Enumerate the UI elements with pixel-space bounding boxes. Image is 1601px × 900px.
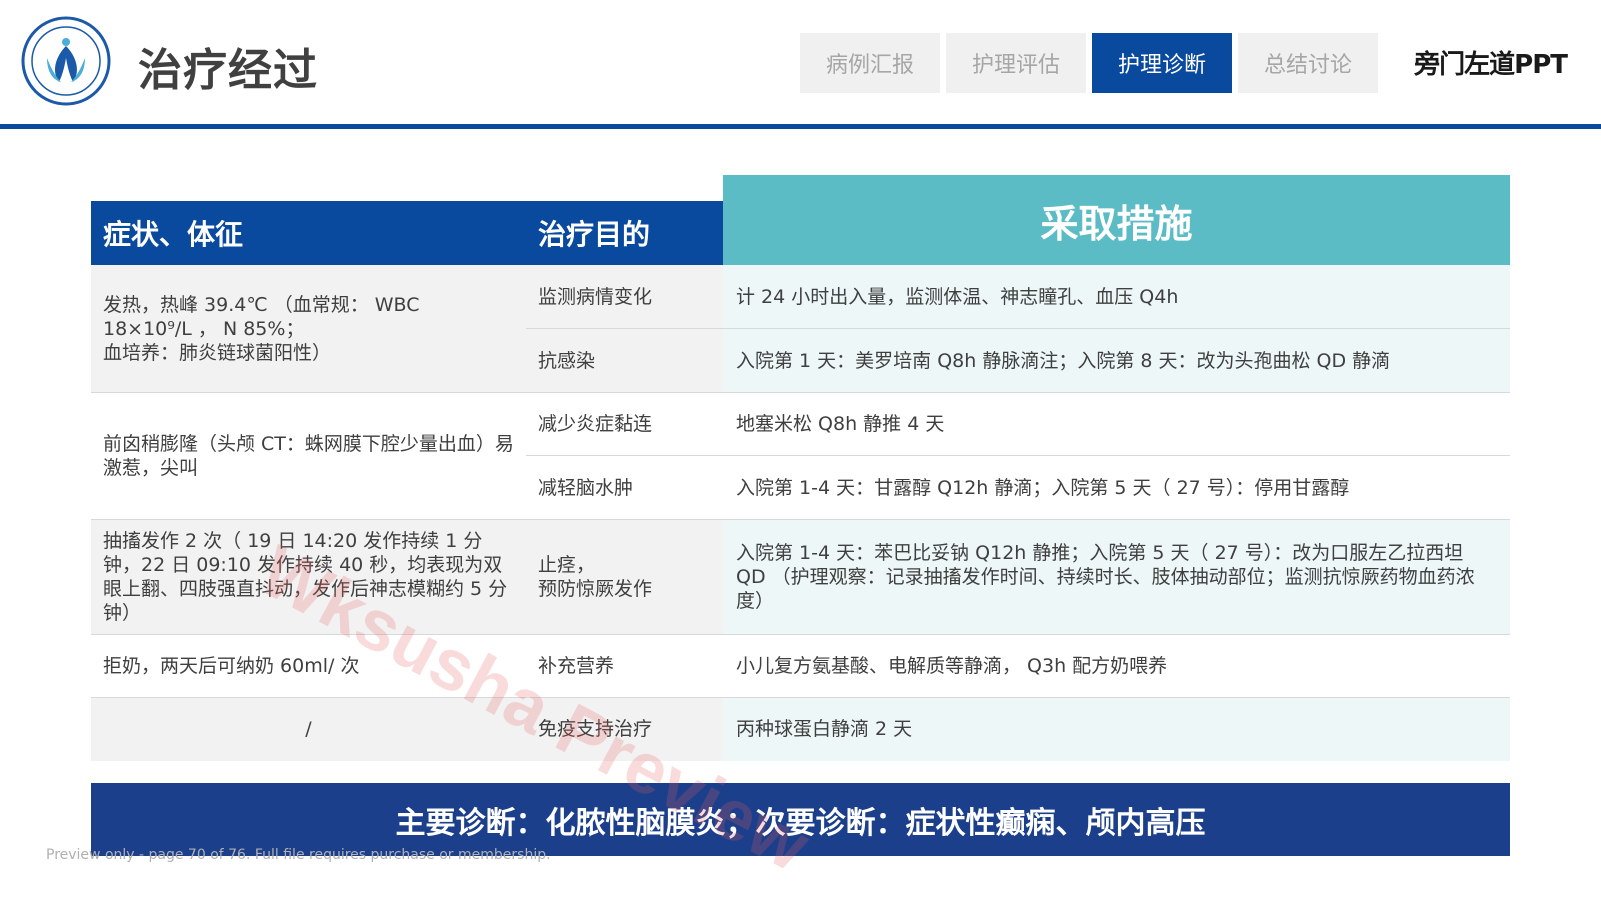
purpose-cell: 止痉， 预防惊厥发作	[526, 519, 723, 634]
tab-summary-discussion[interactable]: 总结讨论	[1238, 33, 1378, 93]
header: 治疗经过 病例汇报 护理评估 护理诊断 总结讨论 旁门左道PPT	[0, 0, 1601, 129]
tab-nursing-assessment[interactable]: 护理评估	[946, 33, 1086, 93]
purpose-cell: 减少炎症黏连	[526, 392, 723, 455]
measure-cell: 小儿复方氨基酸、电解质等静滴， Q3h 配方奶喂养	[723, 634, 1510, 697]
measure-cell: 入院第 1-4 天：甘露醇 Q12h 静滴；入院第 5 天（ 27 号）：停用甘…	[723, 456, 1510, 519]
measure-cell: 入院第 1 天：美罗培南 Q8h 静脉滴注；入院第 8 天：改为头孢曲松 QD …	[723, 329, 1510, 392]
row-divider	[91, 634, 1510, 635]
diagnosis-banner: 主要诊断：化脓性脑膜炎；次要诊断：症状性癫痫、颅内高压	[91, 783, 1510, 856]
measure-cell: 地塞米松 Q8h 静推 4 天	[723, 392, 1510, 455]
row-divider	[91, 697, 1510, 698]
purpose-cell: 补充营养	[526, 634, 723, 697]
purpose-cell: 免疫支持治疗	[526, 697, 723, 761]
row-divider	[526, 328, 1510, 329]
header-purpose: 治疗目的	[526, 201, 723, 265]
row-divider	[91, 392, 1510, 393]
symptom-cell: /	[91, 697, 526, 761]
symptom-cell: 抽搐发作 2 次（ 19 日 14:20 发作持续 1 分钟，22 日 09:1…	[91, 519, 526, 634]
brand-logo: 旁门左道PPT	[1414, 50, 1568, 80]
measure-cell: 计 24 小时出入量，监测体温、神志瞳孔、血压 Q4h	[723, 265, 1510, 328]
measure-cell: 入院第 1-4 天：苯巴比妥钠 Q12h 静推；入院第 5 天（ 27 号）：改…	[723, 519, 1510, 634]
preview-footer: Preview only - page 70 of 76. Full file …	[46, 847, 551, 863]
symptom-cell: 前囟稍膨隆（头颅 CT：蛛网膜下腔少量出血）易激惹，尖叫	[91, 392, 526, 519]
page-title: 治疗经过	[138, 45, 318, 96]
hospital-logo	[21, 16, 111, 106]
header-measures: 采取措施	[723, 175, 1510, 265]
symptom-cell: 拒奶，两天后可纳奶 60ml/ 次	[91, 634, 526, 697]
header-symptoms: 症状、体征	[91, 201, 526, 265]
header-divider	[0, 124, 1601, 129]
measure-cell: 丙种球蛋白静滴 2 天	[723, 697, 1510, 761]
purpose-cell: 监测病情变化	[526, 265, 723, 328]
symptom-cell: 发热，热峰 39.4℃ （血常规： WBC 18×10⁹/L ， N 85%； …	[91, 265, 526, 392]
tab-nursing-diagnosis[interactable]: 护理诊断	[1092, 33, 1232, 93]
purpose-cell: 抗感染	[526, 329, 723, 392]
row-divider	[91, 519, 1510, 520]
tab-case-report[interactable]: 病例汇报	[800, 33, 940, 93]
row-divider	[526, 455, 1510, 456]
nav-tabs: 病例汇报 护理评估 护理诊断 总结讨论	[800, 33, 1384, 93]
purpose-cell: 减轻脑水肿	[526, 456, 723, 519]
